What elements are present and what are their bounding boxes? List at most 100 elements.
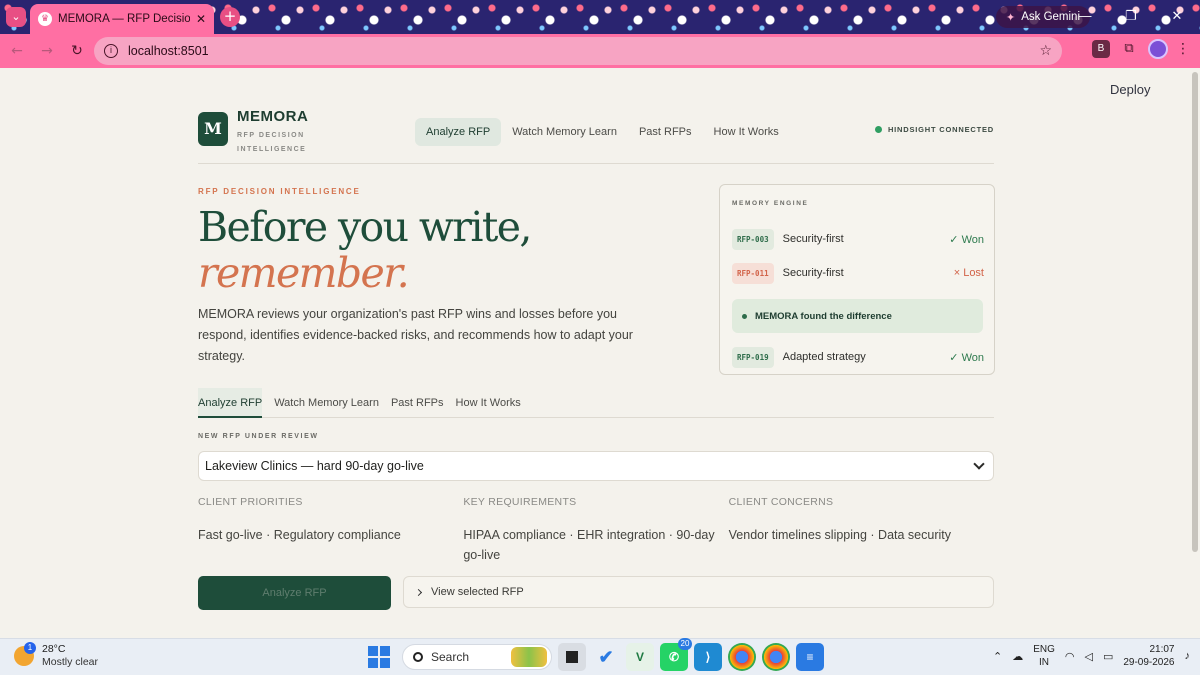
- clock-date: 29-09-2026: [1123, 657, 1175, 668]
- bullet-dot-icon: [742, 313, 747, 319]
- weather-widget[interactable]: 1 28°C Mostly clear: [14, 642, 99, 669]
- bookmark-star-icon[interactable]: ☆: [1039, 43, 1052, 59]
- content-tabs: Analyze RFP Watch Memory Learn Past RFPs…: [198, 388, 994, 418]
- onedrive-cloud-icon[interactable]: ☁: [1012, 650, 1023, 663]
- analyze-rfp-button[interactable]: Analyze RFP: [198, 576, 391, 610]
- battery-icon[interactable]: ▭: [1103, 650, 1113, 663]
- rfp-select-label: NEW RFP UNDER REVIEW: [198, 433, 319, 440]
- taskbar-search-label: Search: [431, 650, 470, 664]
- hero-headline: Before you write,: [198, 203, 532, 251]
- tab-search-chevron-icon[interactable]: ⌄: [6, 7, 26, 27]
- weather-badge: 1: [24, 642, 36, 654]
- tab-analyze-rfp[interactable]: Analyze RFP: [198, 388, 263, 418]
- vs-app-icon[interactable]: V: [626, 643, 654, 671]
- url-text[interactable]: localhost:8501: [128, 44, 1029, 58]
- weather-sun-icon: 1: [14, 642, 36, 666]
- tab-past-rfps[interactable]: Past RFPs: [391, 388, 444, 418]
- volume-icon[interactable]: ◁: [1084, 650, 1092, 663]
- memory-found-text: MEMORA found the difference: [755, 310, 892, 322]
- column-heading: CLIENT CONCERNS: [728, 496, 834, 508]
- notepad-icon[interactable]: ≡: [796, 643, 824, 671]
- taskbar-search[interactable]: Search: [402, 644, 552, 670]
- column-heading: KEY REQUIREMENTS: [463, 496, 577, 508]
- browser-tab-strip: ⌄ ♛ MEMORA — RFP Decision Intelligence ✕…: [0, 0, 1200, 34]
- lang-line-2: IN: [1039, 657, 1050, 668]
- rfp-id-tag: RFP-019: [732, 346, 774, 368]
- window-controls: — ❐ ✕: [1062, 0, 1200, 34]
- memory-row: RFP-003 Security-first ✓ Won: [732, 227, 984, 251]
- browser-tab-active[interactable]: ♛ MEMORA — RFP Decision Intelligence ✕: [30, 4, 214, 34]
- language-indicator[interactable]: ENG IN: [1033, 643, 1055, 669]
- minimize-icon[interactable]: —: [1062, 0, 1108, 34]
- memory-found-callout: MEMORA found the difference: [732, 299, 983, 333]
- window-close-icon[interactable]: ✕: [1154, 0, 1200, 34]
- nav-past-rfps[interactable]: Past RFPs: [628, 118, 703, 146]
- column-heading: CLIENT PRIORITIES: [198, 496, 303, 508]
- task-view-icon[interactable]: [558, 643, 586, 671]
- search-highlight-image: [511, 647, 547, 667]
- brand-tagline: RFP DECISION INTELLIGENCE: [237, 132, 307, 153]
- tab-how-it-works[interactable]: How It Works: [456, 388, 521, 418]
- address-bar[interactable]: i localhost:8501 ☆: [94, 37, 1062, 65]
- reload-icon[interactable]: ↻: [64, 38, 90, 64]
- chevron-down-icon[interactable]: [973, 458, 985, 470]
- weather-temp: 28°C: [42, 643, 66, 655]
- app-header: M MEMORA RFP DECISION INTELLIGENCE Analy…: [198, 108, 994, 164]
- memory-row-label: Security-first: [782, 267, 844, 279]
- clock-time: 21:07: [1149, 644, 1175, 655]
- rfp-select-value[interactable]: Lakeview Clinics — hard 90-day go-live: [205, 459, 975, 473]
- site-info-icon[interactable]: i: [104, 44, 118, 58]
- memory-row-result: × Lost: [953, 267, 984, 279]
- tab-watch-memory-learn[interactable]: Watch Memory Learn: [274, 388, 379, 418]
- nav-watch-memory-learn[interactable]: Watch Memory Learn: [501, 118, 628, 146]
- streamlit-favicon-icon: ♛: [38, 12, 52, 26]
- todo-check-icon[interactable]: ✔: [592, 643, 620, 671]
- windows-start-icon[interactable]: [368, 646, 390, 668]
- windows-taskbar: 1 28°C Mostly clear Search ✔ V ✆ 20 ⟩ ≡ ⌃…: [0, 638, 1200, 675]
- tab-close-icon[interactable]: ✕: [196, 12, 206, 26]
- vscode-icon[interactable]: ⟩: [694, 643, 722, 671]
- extension-b-icon[interactable]: B: [1092, 40, 1110, 58]
- deploy-button[interactable]: Deploy: [1110, 82, 1150, 97]
- notification-bell-icon[interactable]: ♪: [1185, 650, 1191, 662]
- view-selected-rfp-expander[interactable]: View selected RFP: [403, 576, 994, 608]
- new-tab-plus-icon[interactable]: +: [220, 7, 240, 27]
- whatsapp-icon[interactable]: ✆ 20: [660, 638, 692, 671]
- profile-avatar[interactable]: [1148, 39, 1168, 59]
- system-clock[interactable]: 21:07 29-09-2026: [1123, 643, 1174, 669]
- taskbar-apps: Search ✔ V ✆ 20 ⟩ ≡: [362, 638, 824, 672]
- memory-row-result: ✓ Won: [949, 233, 984, 246]
- browser-toolbar: ← → ↻ i localhost:8501 ☆ B ⧉ ⋮: [0, 34, 1200, 68]
- browser-menu-icon[interactable]: ⋮: [1176, 38, 1190, 60]
- nav-analyze-rfp[interactable]: Analyze RFP: [415, 118, 502, 146]
- maximize-icon[interactable]: ❐: [1108, 0, 1154, 34]
- chrome-profile-icon[interactable]: [728, 643, 756, 671]
- back-arrow-icon[interactable]: ←: [4, 38, 30, 64]
- weather-desc: Mostly clear: [42, 656, 99, 668]
- extensions-puzzle-icon[interactable]: ⧉: [1118, 38, 1140, 60]
- hero-headline-accent: remember.: [198, 249, 410, 297]
- tray-chevron-up-icon[interactable]: ⌃: [993, 650, 1002, 663]
- rfp-select[interactable]: Lakeview Clinics — hard 90-day go-live: [198, 451, 994, 481]
- tab-title: MEMORA — RFP Decision Intelligence: [58, 13, 190, 25]
- forward-arrow-icon[interactable]: →: [34, 38, 60, 64]
- status-dot-icon: [874, 126, 882, 133]
- header-nav: Analyze RFP Watch Memory Learn Past RFPs…: [415, 118, 790, 146]
- whatsapp-count-badge: 20: [678, 638, 692, 650]
- page-content: Deploy M MEMORA RFP DECISION INTELLIGENC…: [0, 68, 1200, 638]
- wifi-icon[interactable]: ◠: [1065, 650, 1075, 663]
- search-icon: [413, 652, 423, 662]
- column-value: HIPAA compliance · EHR integration · 90-…: [463, 528, 715, 562]
- memory-row-label: Security-first: [782, 233, 844, 245]
- page-scrollbar[interactable]: [1192, 72, 1198, 552]
- client-priorities-column: CLIENT PRIORITIES Fast go-live · Regulat…: [198, 496, 463, 565]
- hero-eyebrow: RFP DECISION INTELLIGENCE: [198, 187, 361, 196]
- status-label: HINDSIGHT CONNECTED: [887, 125, 994, 134]
- chrome-icon[interactable]: [762, 643, 790, 671]
- nav-how-it-works[interactable]: How It Works: [703, 118, 790, 146]
- gemini-sparkle-icon: ✦: [1006, 11, 1016, 24]
- column-value: Fast go-live · Regulatory compliance: [198, 528, 401, 542]
- memory-row-result: ✓ Won: [949, 351, 984, 364]
- column-value: Vendor timelines slipping · Data securit…: [728, 528, 951, 542]
- memory-engine-card: MEMORY ENGINE RFP-003 Security-first ✓ W…: [719, 184, 995, 375]
